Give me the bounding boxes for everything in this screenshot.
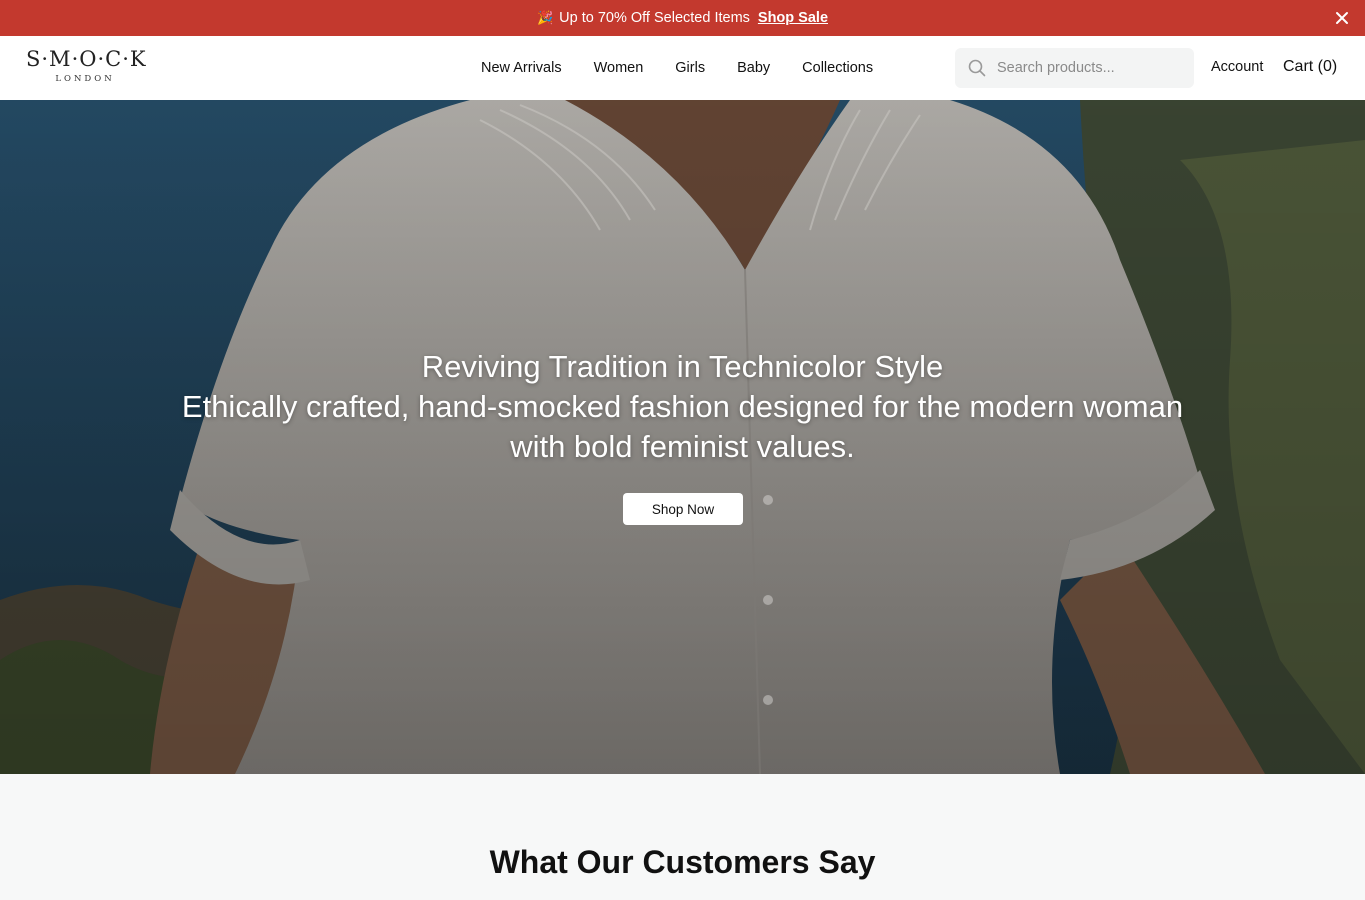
nav-item-women[interactable]: Women — [594, 60, 644, 76]
site-header: S·M·O·C·K LONDON New Arrivals Women Girl… — [0, 36, 1365, 101]
nav-item-new-arrivals[interactable]: New Arrivals — [481, 60, 562, 76]
nav-item-baby[interactable]: Baby — [737, 60, 770, 76]
search-input[interactable] — [995, 59, 1189, 77]
site-logo[interactable]: S·M·O·C·K LONDON — [26, 46, 147, 84]
announcement-bar: 🎉 Up to 70% Off Selected Items Shop Sale — [0, 0, 1365, 36]
cart-link[interactable]: Cart (0) — [1283, 58, 1337, 76]
hero-subtitle: Ethically crafted, hand-smocked fashion … — [181, 389, 1184, 464]
search-icon — [968, 59, 986, 77]
account-link[interactable]: Account — [1211, 59, 1263, 75]
testimonials-heading: What Our Customers Say — [489, 844, 876, 880]
hero-title: Reviving Tradition in Technicolor Style — [421, 349, 944, 384]
party-popper-icon: 🎉 — [536, 10, 554, 25]
testimonials-section: What Our Customers Say — [0, 774, 1365, 900]
announcement-message: Up to 70% Off Selected Items — [559, 10, 750, 26]
nav-item-girls[interactable]: Girls — [675, 60, 705, 76]
shop-sale-link[interactable]: Shop Sale — [758, 10, 828, 26]
search-box[interactable] — [955, 48, 1194, 88]
shop-now-button[interactable]: Shop Now — [623, 493, 743, 525]
logo-sub-text: LONDON — [55, 74, 115, 84]
hero-text: Reviving Tradition in Technicolor Style … — [0, 347, 1365, 467]
close-icon[interactable] — [1333, 9, 1351, 27]
main-nav: New Arrivals Women Girls Baby Collection… — [481, 36, 905, 100]
hero-banner: Reviving Tradition in Technicolor Style … — [0, 100, 1365, 774]
logo-main-text: S·M·O·C·K — [26, 47, 147, 71]
nav-item-collections[interactable]: Collections — [802, 60, 873, 76]
